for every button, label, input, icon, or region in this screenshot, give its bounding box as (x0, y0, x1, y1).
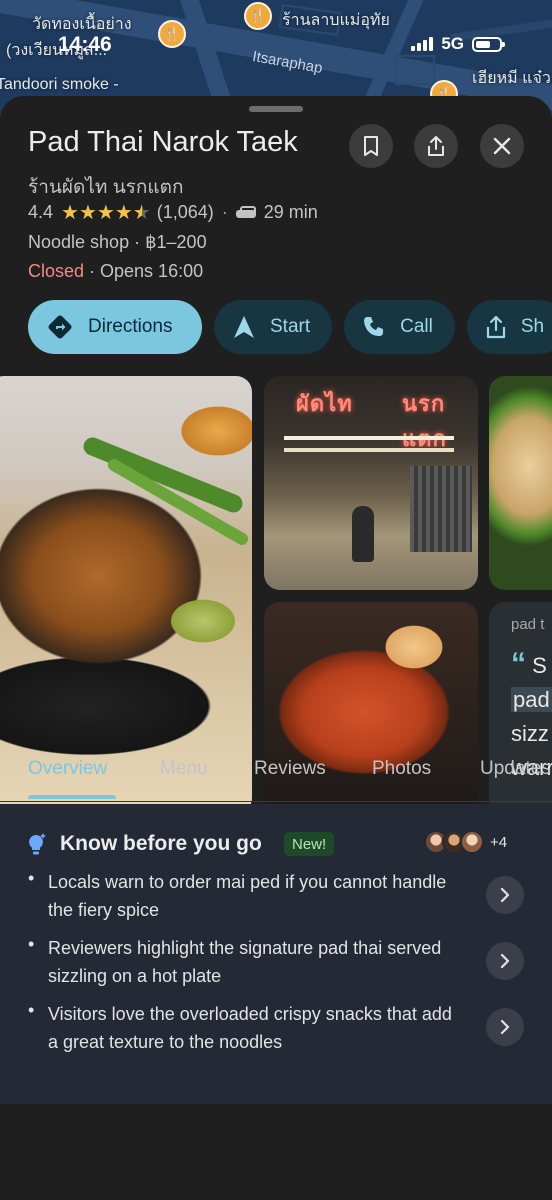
close-button[interactable] (480, 124, 524, 168)
photo-detail (80, 434, 246, 516)
chevron-right-icon[interactable] (486, 1008, 524, 1046)
rating-row[interactable]: 4.4 ★ ★ ★ ★ ★ (1,064) · 29 min (28, 202, 318, 223)
place-category: Noodle shop · ฿1–200 (28, 232, 207, 252)
restaurant-pin-icon[interactable]: 🍴 (244, 2, 272, 30)
photo-detail (284, 436, 454, 440)
photo-detail (410, 466, 472, 552)
bookmark-icon (364, 136, 378, 156)
insight-text: Reviewers highlight the signature pad th… (48, 938, 442, 986)
insight-item[interactable]: • Locals warn to order mai ped if you ca… (28, 868, 552, 928)
bullet: • (28, 1000, 35, 1020)
star-icon: ★ (61, 201, 79, 224)
photo-detail (352, 506, 374, 562)
more-contributors-count: +4 (490, 833, 508, 851)
opening-hours[interactable]: Closed · Opens 16:00 (28, 261, 203, 282)
map-label: Tandoori smoke - (0, 76, 119, 93)
shop-sign: ผัดไท (296, 391, 353, 416)
navigation-arrow-icon (232, 314, 256, 340)
map-label: ร้านลาบแม่อุทัย (282, 12, 390, 29)
share-icon (428, 136, 444, 156)
status-indicators: 5G (411, 34, 505, 54)
opens-time: · Opens 16:00 (84, 261, 204, 281)
star-rating: ★ ★ ★ ★ ★ (61, 203, 151, 223)
signal-icon (411, 37, 434, 51)
directions-icon (46, 313, 74, 341)
map-label: เฮียหมี แจ๋ว (472, 70, 551, 87)
insight-text: Visitors love the overloaded crispy snac… (48, 1004, 452, 1052)
tab-active-indicator (28, 795, 116, 799)
ai-sparkle-icon (29, 833, 46, 855)
map-block (395, 55, 435, 85)
insight-item[interactable]: • Reviewers highlight the signature pad … (28, 934, 552, 994)
network-label: 5G (441, 34, 464, 53)
share-label: Sh (520, 316, 545, 337)
drag-handle[interactable] (249, 106, 303, 112)
half-star-icon: ★ (132, 201, 151, 224)
battery-icon (472, 36, 505, 52)
star-icon: ★ (96, 201, 115, 224)
place-sheet: Pad Thai Narok Taek ร้านผัดไท นรกแตก 4.4… (0, 96, 552, 1200)
restaurant-pin-icon[interactable]: 🍴 (158, 20, 186, 48)
star-icon: ★ (78, 201, 97, 224)
call-label: Call (400, 316, 433, 337)
share-button[interactable] (414, 124, 458, 168)
tab-menu[interactable]: Menu (160, 758, 208, 780)
directions-label: Directions (88, 316, 173, 337)
car-icon (235, 205, 256, 220)
tab-updates[interactable]: Updates (480, 758, 551, 780)
tab-overview[interactable]: Overview (28, 758, 107, 780)
insight-text: Locals warn to order mai ped if you cann… (48, 872, 447, 920)
avatar (460, 830, 484, 854)
call-button[interactable]: Call (344, 300, 455, 354)
start-button[interactable]: Start (214, 300, 333, 354)
place-local-name: ร้านผัดไท นรกแตก (28, 177, 184, 198)
tab-photos[interactable]: Photos (372, 758, 431, 780)
photo-shop-front[interactable]: ผัดไท นรกแตก (264, 376, 478, 590)
share-icon (485, 315, 507, 339)
star-icon: ★ (114, 201, 133, 224)
bullet: • (28, 868, 35, 888)
chevron-right-icon[interactable] (486, 942, 524, 980)
new-badge: New! (284, 832, 335, 856)
action-chips: Directions Start Call Sh (28, 300, 552, 354)
status-time: 14:46 (58, 33, 112, 56)
save-button[interactable] (349, 124, 393, 168)
insight-item[interactable]: • Visitors love the overloaded crispy sn… (28, 1000, 552, 1060)
phone-icon (362, 315, 386, 339)
start-label: Start (270, 316, 311, 337)
drive-time: 29 min (263, 202, 318, 222)
rating-value: 4.4 (28, 202, 54, 222)
shop-sign: นรกแตก (402, 391, 446, 451)
section-title: Know before you go (60, 832, 262, 855)
place-name: Pad Thai Narok Taek (28, 126, 298, 158)
tab-reviews[interactable]: Reviews (254, 758, 326, 780)
place-tabs: Overview Menu Reviews Photos Updates (0, 742, 552, 802)
directions-button[interactable]: Directions (28, 300, 202, 354)
review-snippet-label: pad t (511, 616, 545, 633)
chevron-right-icon[interactable] (486, 876, 524, 914)
close-icon (493, 137, 511, 155)
photo-noodles[interactable] (489, 376, 552, 590)
separator: · (221, 202, 228, 222)
status-closed: Closed (28, 261, 85, 281)
quote-icon: “ (511, 647, 526, 680)
contributor-avatars[interactable]: +4 (424, 830, 507, 854)
know-before-you-go-card: Know before you go New! +4 • Locals warn… (0, 804, 552, 1104)
bullet: • (28, 934, 35, 954)
share-chip-button[interactable]: Sh (466, 300, 552, 354)
review-count: (1,064) (156, 202, 214, 222)
